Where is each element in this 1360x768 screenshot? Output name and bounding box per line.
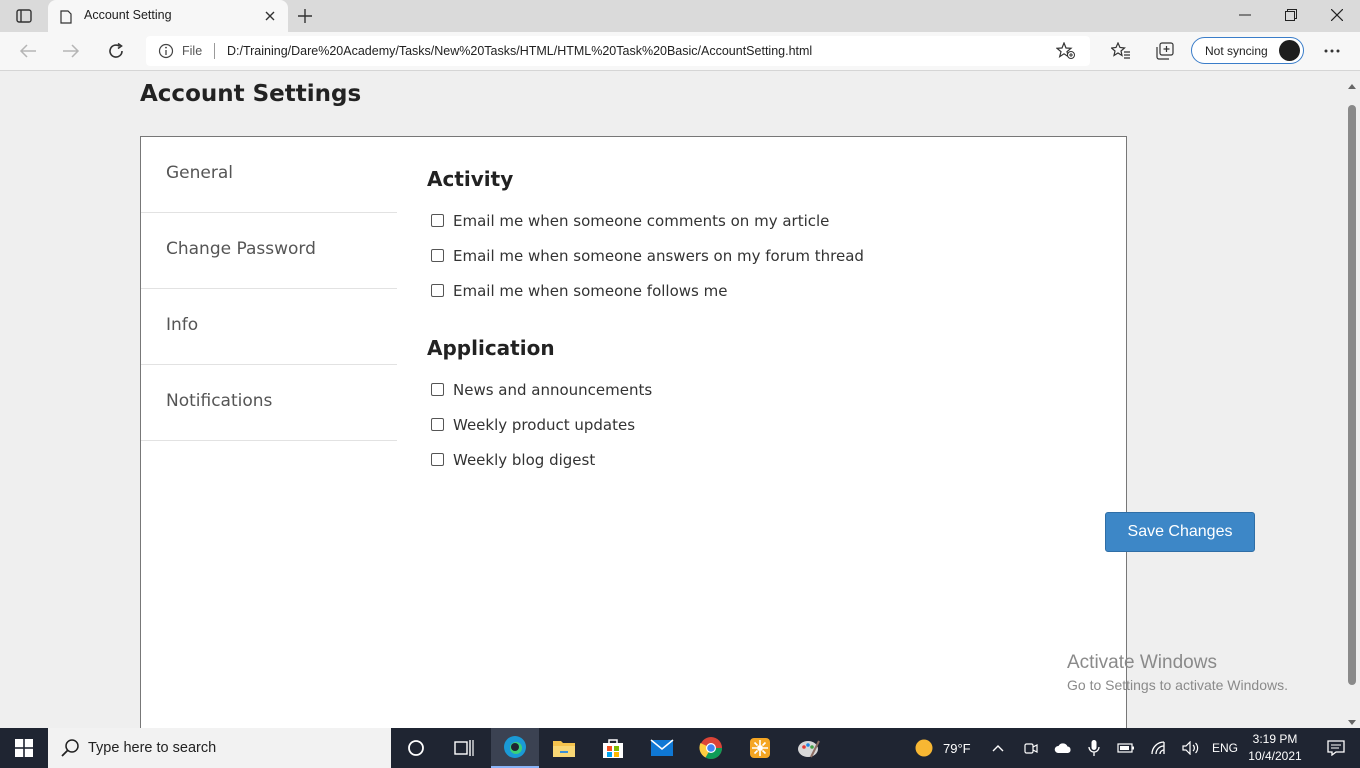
option-row: Email me when someone follows me: [427, 273, 1107, 308]
address-bar[interactable]: File D:/Training/Dare%20Academy/Tasks/Ne…: [146, 36, 1090, 66]
page-viewport: Account Settings General Change Password…: [0, 71, 1344, 728]
watermark-subtitle: Go to Settings to activate Windows.: [1067, 677, 1288, 693]
checkbox-blog-digest[interactable]: [431, 453, 444, 466]
activation-watermark: Activate Windows Go to Settings to activ…: [1067, 652, 1288, 693]
add-favorite-icon[interactable]: [1055, 41, 1076, 64]
option-label: Email me when someone answers on my foru…: [453, 246, 864, 265]
weather-icon[interactable]: [900, 728, 948, 768]
input-language[interactable]: ENG: [1212, 741, 1238, 755]
browser-tab[interactable]: Account Setting: [48, 0, 288, 32]
tab-title: Account Setting: [84, 8, 172, 22]
url-text[interactable]: D:/Training/Dare%20Academy/Tasks/New%20T…: [227, 44, 812, 58]
mail-icon[interactable]: [638, 728, 686, 768]
close-tab-icon[interactable]: [260, 6, 280, 26]
back-arrow-icon[interactable]: [15, 39, 41, 63]
option-row: Weekly blog digest: [427, 442, 1107, 477]
chevron-up-icon[interactable]: [985, 728, 1011, 768]
option-label: Email me when someone comments on my art…: [453, 211, 830, 230]
taskbar-search[interactable]: Type here to search: [48, 728, 391, 768]
tab-actions-icon[interactable]: [10, 6, 38, 26]
search-icon: [60, 738, 80, 762]
clock-date: 10/4/2021: [1248, 749, 1302, 763]
section-title-activity: Activity: [427, 167, 514, 191]
windows-taskbar: Type here to search 79°F ENG 3:19 PM 10/…: [0, 728, 1360, 768]
option-label: Email me when someone follows me: [453, 281, 728, 300]
sync-label: Not syncing: [1205, 44, 1268, 58]
microphone-icon[interactable]: [1081, 728, 1107, 768]
restore-button[interactable]: [1268, 0, 1314, 30]
task-view-icon[interactable]: [440, 728, 488, 768]
option-row: Email me when someone comments on my art…: [427, 203, 1107, 238]
section-title-application: Application: [427, 336, 555, 360]
start-button[interactable]: [0, 728, 48, 768]
forward-arrow-icon[interactable]: [58, 39, 84, 63]
favorites-icon[interactable]: [1108, 39, 1134, 63]
volume-icon[interactable]: [1178, 728, 1204, 768]
system-clock[interactable]: 3:19 PM 10/4/2021: [1240, 731, 1310, 765]
checkbox-product-updates[interactable]: [431, 418, 444, 431]
chrome-icon[interactable]: [687, 728, 735, 768]
option-row: Weekly product updates: [427, 407, 1107, 442]
onedrive-cloud-icon[interactable]: [1050, 728, 1076, 768]
collections-icon[interactable]: [1152, 39, 1178, 63]
paint-icon[interactable]: [785, 728, 833, 768]
weather-temperature[interactable]: 79°F: [943, 741, 971, 756]
wifi-icon[interactable]: [1147, 728, 1173, 768]
refresh-icon[interactable]: [103, 39, 129, 63]
browser-toolbar: File D:/Training/Dare%20Academy/Tasks/Ne…: [0, 32, 1360, 71]
avatar: [1279, 40, 1300, 61]
option-label: Weekly blog digest: [453, 450, 596, 469]
settings-sidebar: General Change Password Info Notificatio…: [141, 137, 397, 441]
clock-time: 3:19 PM: [1252, 732, 1298, 746]
scroll-thumb[interactable]: [1348, 105, 1356, 685]
meet-now-icon[interactable]: [1018, 728, 1044, 768]
divider: [214, 43, 215, 59]
page-scrollbar[interactable]: [1344, 71, 1360, 728]
scroll-up-arrow-icon[interactable]: [1347, 75, 1357, 94]
url-scheme: File: [182, 44, 203, 58]
minimize-button[interactable]: [1222, 0, 1268, 30]
option-row: Email me when someone answers on my foru…: [427, 238, 1107, 273]
battery-icon[interactable]: [1113, 728, 1139, 768]
app-flower-icon[interactable]: [736, 728, 784, 768]
sidebar-item-info[interactable]: Info: [141, 289, 397, 365]
sidebar-item-change-password[interactable]: Change Password: [141, 213, 397, 289]
new-tab-button[interactable]: [294, 6, 316, 26]
edge-browser-icon[interactable]: [491, 728, 539, 768]
page-title: Account Settings: [140, 81, 362, 107]
save-changes-button[interactable]: Save Changes: [1105, 512, 1255, 552]
settings-content: Activity Email me when someone comments …: [427, 167, 1255, 552]
option-row: News and announcements: [427, 372, 1107, 407]
option-label: Weekly product updates: [453, 415, 636, 434]
store-icon[interactable]: [589, 728, 637, 768]
more-menu-icon[interactable]: [1319, 39, 1345, 63]
close-window-button[interactable]: [1314, 0, 1360, 30]
option-label: News and announcements: [453, 380, 653, 399]
info-icon[interactable]: [158, 43, 174, 63]
watermark-title: Activate Windows: [1067, 652, 1217, 673]
sidebar-item-notifications[interactable]: Notifications: [141, 365, 397, 441]
settings-panel: General Change Password Info Notificatio…: [140, 136, 1255, 728]
search-placeholder: Type here to search: [88, 740, 217, 756]
checkbox-forum-answers[interactable]: [431, 249, 444, 262]
notification-center-icon[interactable]: [1312, 728, 1360, 768]
page-icon: [60, 9, 72, 28]
checkbox-news[interactable]: [431, 383, 444, 396]
sidebar-item-general[interactable]: General: [141, 137, 397, 213]
browser-tab-strip: Account Setting: [0, 0, 1360, 32]
profile-sync-button[interactable]: Not syncing: [1191, 37, 1304, 64]
checkbox-follows[interactable]: [431, 284, 444, 297]
checkbox-comments[interactable]: [431, 214, 444, 227]
cortana-icon[interactable]: [392, 728, 440, 768]
file-explorer-icon[interactable]: [540, 728, 588, 768]
